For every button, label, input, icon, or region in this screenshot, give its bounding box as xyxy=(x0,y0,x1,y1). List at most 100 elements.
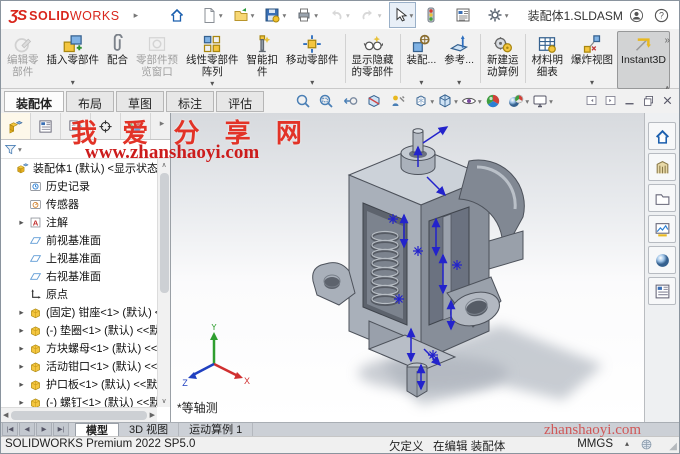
panel-expand-chevron-icon[interactable]: ▸ xyxy=(156,118,168,129)
doc-close-button[interactable] xyxy=(659,92,676,109)
units-label[interactable]: MMGS xyxy=(577,438,613,450)
tab-evaluate[interactable]: 评估 xyxy=(216,91,264,112)
save-button[interactable]: ▾ xyxy=(261,2,289,28)
tab-3dview[interactable]: 3D 视图 xyxy=(119,423,179,437)
globe-icon[interactable] xyxy=(640,438,653,451)
dropdown-arrow-icon[interactable]: ▾ xyxy=(478,97,482,106)
scroll-left-icon[interactable]: ◀ xyxy=(3,411,8,419)
expander-icon[interactable]: ▸ xyxy=(16,379,27,390)
tree-vertical-scrollbar[interactable]: ∧ ∨ xyxy=(157,159,170,407)
edit-component-button[interactable]: 编辑零 部件 ▾ xyxy=(3,31,43,89)
reference-geometry-button[interactable]: 参考... ▾ xyxy=(440,31,478,89)
hide-show-items-button[interactable]: ▾ xyxy=(461,93,482,109)
dropdown-arrow-icon[interactable]: ▾ xyxy=(410,11,414,20)
pane-next-button[interactable] xyxy=(602,92,619,109)
tree-item-right-plane[interactable]: ▸ 右视基准面 xyxy=(1,267,157,285)
next-tab-button[interactable]: ▶ xyxy=(36,422,52,436)
last-tab-button[interactable]: ▶| xyxy=(53,422,69,436)
tree-item-assembly-root[interactable]: ▸ 装配体1 (默认) <显示状态- xyxy=(1,159,157,177)
menu-expand-arrow-icon[interactable]: ▸ xyxy=(134,10,139,21)
tree-item-origin[interactable]: ▸ 原点 xyxy=(1,285,157,303)
tree-item-washer[interactable]: ▸ (-) 垫圈<1> (默认) <<默 xyxy=(1,321,157,339)
scroll-up-icon[interactable]: ∧ xyxy=(161,159,166,171)
tree-horizontal-scrollbar[interactable]: ◀ ▶ xyxy=(1,407,157,422)
tab-sketch[interactable]: 草图 xyxy=(116,91,164,112)
section-view-button[interactable]: ▾ xyxy=(366,93,387,109)
dropdown-arrow-icon[interactable]: ▾ xyxy=(251,11,255,20)
dropdown-arrow-icon[interactable]: ▾ xyxy=(219,11,223,20)
tree-item-square-nut[interactable]: ▸ 方块螺母<1> (默认) << xyxy=(1,339,157,357)
apply-scene-button[interactable]: ▾ xyxy=(508,93,529,109)
expander-icon[interactable]: ▸ xyxy=(16,307,27,318)
tree-item-history[interactable]: ▸ 历史记录 xyxy=(1,177,157,195)
expander-icon[interactable]: ▸ xyxy=(16,217,27,228)
dropdown-arrow-icon[interactable]: ▾ xyxy=(71,78,75,88)
motion-study-button[interactable]: 新建运 动算例 ▾ xyxy=(483,31,523,89)
zoom-area-button[interactable]: ▾ xyxy=(318,93,339,109)
options-button[interactable]: ▾ xyxy=(484,2,512,28)
graphics-viewport[interactable]: Y X Z *等轴测 xyxy=(171,113,644,422)
taskpane-home-button[interactable] xyxy=(648,122,676,150)
doc-minimize-button[interactable] xyxy=(621,92,638,109)
displaymanager-tab[interactable] xyxy=(121,113,151,139)
view-settings-button[interactable]: ▾ xyxy=(532,93,553,109)
account-button[interactable] xyxy=(626,4,648,26)
filter-funnel-icon[interactable] xyxy=(4,143,17,156)
dropdown-arrow-icon[interactable]: ▾ xyxy=(419,78,423,88)
move-component-button[interactable]: 移动零部件 ▾ xyxy=(282,31,343,89)
insert-component-button[interactable]: 插入零部件 ▾ xyxy=(43,31,104,89)
first-tab-button[interactable]: |◀ xyxy=(2,422,18,436)
tab-assembly[interactable]: 装配体 xyxy=(4,91,64,112)
home-button[interactable]: ▾ xyxy=(166,2,194,28)
dropdown-arrow-icon[interactable]: ▾ xyxy=(346,11,350,20)
view-palette-button[interactable] xyxy=(648,215,676,243)
dropdown-arrow-icon[interactable]: ▾ xyxy=(505,11,509,20)
component-preview-button[interactable]: 零部件预 览窗口 ▾ xyxy=(132,31,182,89)
tab-model[interactable]: 模型 xyxy=(75,423,119,437)
prev-tab-button[interactable]: ◀ xyxy=(19,422,35,436)
rebuild-button[interactable]: ▾ xyxy=(420,2,448,28)
dropdown-arrow-icon[interactable]: ▾ xyxy=(282,11,286,20)
custom-properties-button[interactable] xyxy=(648,277,676,305)
tree-item-vice-base[interactable]: ▸ (固定) 钳座<1> (默认) < xyxy=(1,303,157,321)
tree-item-screw[interactable]: ▸ (-) 螺钉<1> (默认) <<默 xyxy=(1,393,157,407)
file-explorer-button[interactable] xyxy=(648,184,676,212)
annotation-view-button[interactable]: ▾ xyxy=(390,93,411,109)
doc-restore-button[interactable] xyxy=(640,92,657,109)
tree-item-top-plane[interactable]: ▸ 上视基准面 xyxy=(1,249,157,267)
tree-item-movable-jaw[interactable]: ▸ 活动钳口<1> (默认) << xyxy=(1,357,157,375)
tree-item-sensors[interactable]: ▸ 传感器 xyxy=(1,195,157,213)
configurationmanager-tab[interactable] xyxy=(61,113,91,139)
minimize-button[interactable] xyxy=(676,4,680,26)
dropdown-arrow-icon[interactable]: ▾ xyxy=(430,97,434,106)
show-hidden-button[interactable]: 显示隐藏 的零部件 ▾ xyxy=(348,31,398,89)
tree-item-annotations[interactable]: ▸ A 注解 xyxy=(1,213,157,231)
dropdown-arrow-icon[interactable]: ▾ xyxy=(549,97,553,106)
dropdown-arrow-icon[interactable]: ▾ xyxy=(457,78,461,88)
file-properties-button[interactable]: ▾ xyxy=(452,2,480,28)
expander-icon[interactable]: ▸ xyxy=(16,325,27,336)
new-button[interactable]: ▾ xyxy=(198,2,226,28)
edit-appearance-button[interactable]: ▾ xyxy=(485,93,506,109)
view-orientation-button[interactable]: ▾ xyxy=(437,93,458,109)
resize-grip[interactable]: ◢ xyxy=(669,441,677,452)
scroll-right-icon[interactable]: ▶ xyxy=(150,411,155,419)
tree-item-front-plane[interactable]: ▸ 前视基准面 xyxy=(1,231,157,249)
units-caret-icon[interactable]: ▴ xyxy=(625,439,629,448)
dimxpertmanager-tab[interactable] xyxy=(91,113,121,139)
redo-button[interactable]: ▾ xyxy=(357,2,385,28)
featuremanager-tab[interactable] xyxy=(1,113,31,139)
tab-layout[interactable]: 布局 xyxy=(66,91,114,112)
vertical-scroll-thumb[interactable] xyxy=(160,173,169,293)
open-button[interactable]: ▾ xyxy=(230,2,258,28)
scroll-down-icon[interactable]: ∨ xyxy=(161,395,166,407)
propertymanager-tab[interactable] xyxy=(31,113,61,139)
toolbar-overflow-icon[interactable]: » xyxy=(664,35,671,46)
mate-button[interactable]: 配合 ▾ xyxy=(103,31,132,89)
dropdown-arrow-icon[interactable]: ▾ xyxy=(314,11,318,20)
dropdown-arrow-icon[interactable]: ▾ xyxy=(590,78,594,88)
assembly-features-button[interactable]: 装配... ▾ xyxy=(403,31,441,89)
undo-button[interactable]: ▾ xyxy=(325,2,353,28)
exploded-view-button[interactable]: 爆炸视图 ▾ xyxy=(567,31,617,89)
filter-dropdown-arrow-icon[interactable]: ▾ xyxy=(18,145,22,154)
